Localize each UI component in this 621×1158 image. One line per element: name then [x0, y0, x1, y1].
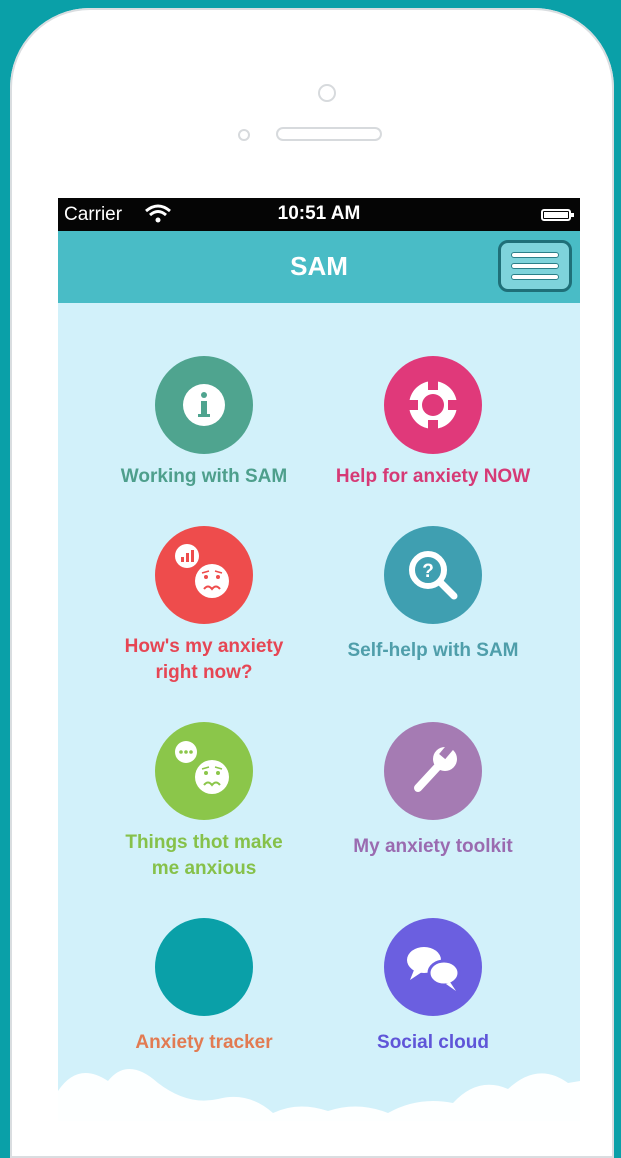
anxious-thoughts-icon [155, 722, 253, 820]
menu-bar-icon [511, 274, 559, 280]
search-help-icon: ? [384, 526, 482, 624]
battery-icon [541, 209, 574, 221]
app-screen: Carrier 10:51 AM SAM Working with SAM He… [58, 198, 580, 1121]
tile-label-line: Things thot make [125, 832, 283, 853]
tile-label-line: me anxious [151, 858, 257, 879]
tile-self-help-with-sam[interactable]: ? Self-help with SAM [318, 526, 548, 664]
clouds-decoration [58, 1068, 580, 1121]
tile-label: Help for anxiety NOW [335, 466, 531, 487]
tile-working-with-sam[interactable]: Working with SAM [89, 356, 319, 490]
tile-things-that-make-me-anxious[interactable]: Things thot make me anxious [89, 722, 319, 882]
tile-help-for-anxiety-now[interactable]: Help for anxiety NOW [318, 356, 548, 490]
tile-label-line: right now? [155, 662, 253, 683]
menu-button[interactable] [498, 240, 572, 292]
tile-label-line: How's my anxiety [124, 636, 284, 657]
tile-hows-my-anxiety[interactable]: How's my anxiety right now? [89, 526, 319, 686]
earpiece-speaker [276, 127, 382, 141]
menu-bar-icon [511, 263, 559, 269]
wrench-icon [384, 722, 482, 820]
tile-my-anxiety-toolkit[interactable]: My anxiety toolkit [318, 722, 548, 860]
tile-label: Self-help with SAM [347, 640, 519, 661]
tracker-circle [155, 918, 253, 1016]
proximity-sensor [238, 129, 250, 141]
info-icon [155, 356, 253, 454]
status-time: 10:51 AM [277, 203, 361, 224]
nav-bar: SAM [58, 231, 580, 303]
svg-text:?: ? [422, 561, 434, 582]
status-bar: Carrier 10:51 AM [58, 198, 580, 231]
tile-label: My anxiety toolkit [353, 836, 513, 857]
lifebuoy-icon [384, 356, 482, 454]
worried-face-icon [155, 526, 253, 624]
tile-label: Working with SAM [120, 466, 288, 487]
front-camera [318, 84, 336, 102]
menu-bar-icon [511, 252, 559, 258]
speech-bubbles-icon [384, 918, 482, 1016]
